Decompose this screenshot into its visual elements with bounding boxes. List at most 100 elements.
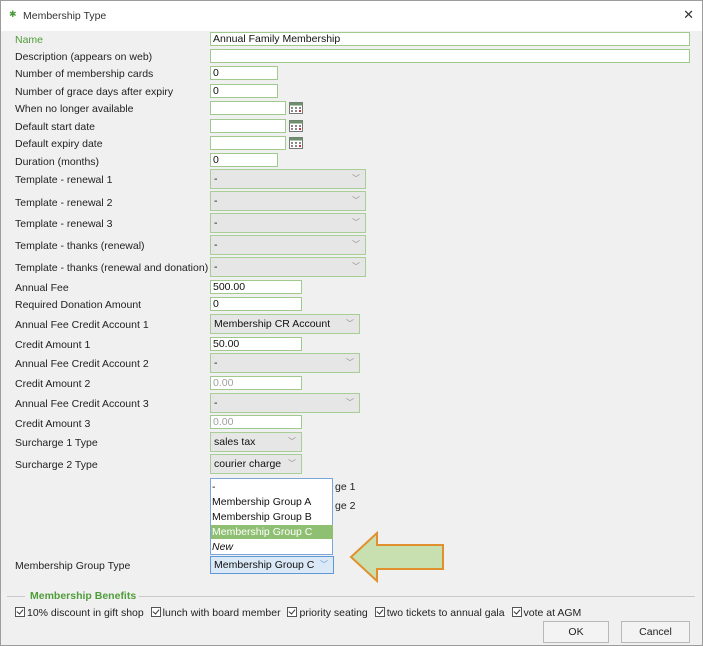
benefit-checkbox[interactable]: vote at AGM — [511, 607, 582, 619]
credit-amount-1-label: Credit Amount 1 — [15, 339, 91, 351]
credit-account-3-select[interactable]: - ﹀ — [210, 393, 360, 413]
dropdown-option-new[interactable]: New — [211, 540, 333, 554]
benefits-legend: Membership Benefits — [27, 590, 140, 602]
chevron-down-icon: ﹀ — [346, 358, 354, 367]
benefit-label: priority seating — [299, 607, 368, 619]
annual-fee-input[interactable]: 500.00 — [210, 280, 302, 294]
annual-fee-label: Annual Fee — [15, 282, 69, 294]
template-thanks-renewal-select[interactable]: - ﹀ — [210, 235, 366, 255]
group-type-select[interactable]: Membership Group C ﹀ — [210, 556, 334, 574]
dropdown-option[interactable]: Membership Group A — [211, 495, 333, 509]
fieldset-divider — [7, 596, 25, 597]
benefit-label: 10% discount in gift shop — [27, 607, 144, 619]
template-renewal-1-select[interactable]: - ﹀ — [210, 169, 366, 189]
surcharge-2-value: courier charge — [214, 458, 282, 470]
chevron-down-icon: ﹀ — [288, 459, 296, 468]
app-icon: ✱ — [9, 9, 17, 19]
chevron-down-icon: ﹀ — [352, 218, 360, 227]
credit-account-2-label: Annual Fee Credit Account 2 — [15, 358, 149, 370]
surcharge-1-label: Surcharge 1 Type — [15, 437, 98, 449]
calendar-icon[interactable] — [289, 102, 303, 114]
close-icon[interactable]: ✕ — [683, 7, 694, 23]
benefit-label: two tickets to annual gala — [386, 607, 505, 619]
checkbox-checked-icon — [374, 607, 385, 617]
dropdown-option-selected[interactable]: Membership Group C — [211, 525, 333, 539]
benefit-label: lunch with board member — [162, 607, 281, 619]
ok-button[interactable]: OK — [543, 621, 609, 643]
checkbox-checked-icon — [150, 607, 161, 617]
credit-account-1-value: Membership CR Account — [214, 318, 331, 330]
no-longer-available-label: When no longer available — [15, 103, 134, 115]
chevron-down-icon: ﹀ — [346, 398, 354, 407]
chevron-down-icon: ﹀ — [352, 196, 360, 205]
num-cards-input[interactable]: 0 — [210, 66, 278, 80]
benefit-checkbox[interactable]: lunch with board member — [150, 607, 281, 619]
template-renewal-2-label: Template - renewal 2 — [15, 197, 113, 209]
checkbox-checked-icon — [15, 607, 25, 617]
chevron-down-icon: ﹀ — [352, 174, 360, 183]
group-type-value: Membership Group C — [214, 559, 315, 571]
calendar-icon[interactable] — [289, 137, 303, 149]
template-thanks-renewal-donation-select[interactable]: - ﹀ — [210, 257, 366, 277]
obscured-text: ge 2 — [335, 500, 356, 512]
name-label: Name — [15, 34, 44, 46]
benefit-checkbox[interactable]: priority seating — [287, 607, 368, 619]
group-type-dropdown-list: - Membership Group A Membership Group B … — [210, 478, 333, 555]
credit-account-3-value: - — [214, 397, 218, 409]
membership-type-dialog: ✱ Membership Type ✕ Name Annual Family M… — [0, 0, 703, 646]
template-renewal-2-select[interactable]: - ﹀ — [210, 191, 366, 211]
credit-amount-3-label: Credit Amount 3 — [15, 418, 91, 430]
benefit-checkbox[interactable]: two tickets to annual gala — [374, 607, 505, 619]
template-renewal-2-value: - — [214, 195, 218, 207]
annotation-arrow-icon — [349, 531, 444, 583]
template-thanks-renewal-donation-label: Template - thanks (renewal and donation) — [15, 262, 209, 274]
surcharge-1-select[interactable]: sales tax ﹀ — [210, 432, 302, 452]
chevron-down-icon: ﹀ — [288, 437, 296, 446]
template-thanks-renewal-label: Template - thanks (renewal) — [15, 240, 145, 252]
checkbox-checked-icon — [287, 607, 298, 617]
credit-amount-2-input[interactable]: 0.00 — [210, 376, 302, 390]
checkbox-checked-icon — [511, 607, 522, 617]
chevron-down-icon: ﹀ — [346, 319, 354, 328]
duration-label: Duration (months) — [15, 156, 100, 168]
credit-account-2-select[interactable]: - ﹀ — [210, 353, 360, 373]
grace-days-input[interactable]: 0 — [210, 84, 278, 98]
dropdown-option[interactable]: Membership Group B — [211, 510, 333, 524]
template-renewal-1-value: - — [214, 173, 218, 185]
credit-account-2-value: - — [214, 357, 218, 369]
surcharge-2-label: Surcharge 2 Type — [15, 459, 98, 471]
default-expiry-label: Default expiry date — [15, 138, 103, 150]
default-start-input[interactable] — [210, 119, 286, 133]
credit-amount-3-input[interactable]: 0.00 — [210, 415, 302, 429]
benefit-checkbox[interactable]: 10% discount in gift shop — [15, 607, 144, 619]
calendar-icon[interactable] — [289, 120, 303, 132]
fieldset-divider — [129, 596, 695, 597]
chevron-down-icon: ﹀ — [352, 240, 360, 249]
benefit-label: vote at AGM — [523, 607, 582, 619]
template-renewal-1-label: Template - renewal 1 — [15, 174, 113, 186]
name-input[interactable]: Annual Family Membership — [210, 32, 690, 46]
benefits-list: 10% discount in gift shop lunch with boa… — [15, 607, 585, 619]
dropdown-option[interactable]: - — [211, 480, 333, 494]
surcharge-1-value: sales tax — [214, 436, 256, 448]
required-donation-label: Required Donation Amount — [15, 299, 142, 311]
chevron-down-icon: ﹀ — [352, 262, 360, 271]
required-donation-input[interactable]: 0 — [210, 297, 302, 311]
duration-input[interactable]: 0 — [210, 153, 278, 167]
credit-amount-1-input[interactable]: 50.00 — [210, 337, 302, 351]
credit-amount-2-label: Credit Amount 2 — [15, 378, 91, 390]
credit-account-1-select[interactable]: Membership CR Account ﹀ — [210, 314, 360, 334]
description-input[interactable] — [210, 49, 690, 63]
template-renewal-3-label: Template - renewal 3 — [15, 218, 113, 230]
credit-account-3-label: Annual Fee Credit Account 3 — [15, 398, 149, 410]
template-renewal-3-select[interactable]: - ﹀ — [210, 213, 366, 233]
cancel-button[interactable]: Cancel — [621, 621, 690, 643]
template-thanks-renewal-value: - — [214, 239, 218, 251]
description-label: Description (appears on web) — [15, 51, 153, 63]
obscured-text: ge 1 — [335, 481, 356, 493]
default-expiry-input[interactable] — [210, 136, 286, 150]
template-thanks-renewal-donation-value: - — [214, 261, 218, 273]
no-longer-available-input[interactable] — [210, 101, 286, 115]
surcharge-2-select[interactable]: courier charge ﹀ — [210, 454, 302, 474]
grace-days-label: Number of grace days after expiry — [15, 86, 174, 98]
